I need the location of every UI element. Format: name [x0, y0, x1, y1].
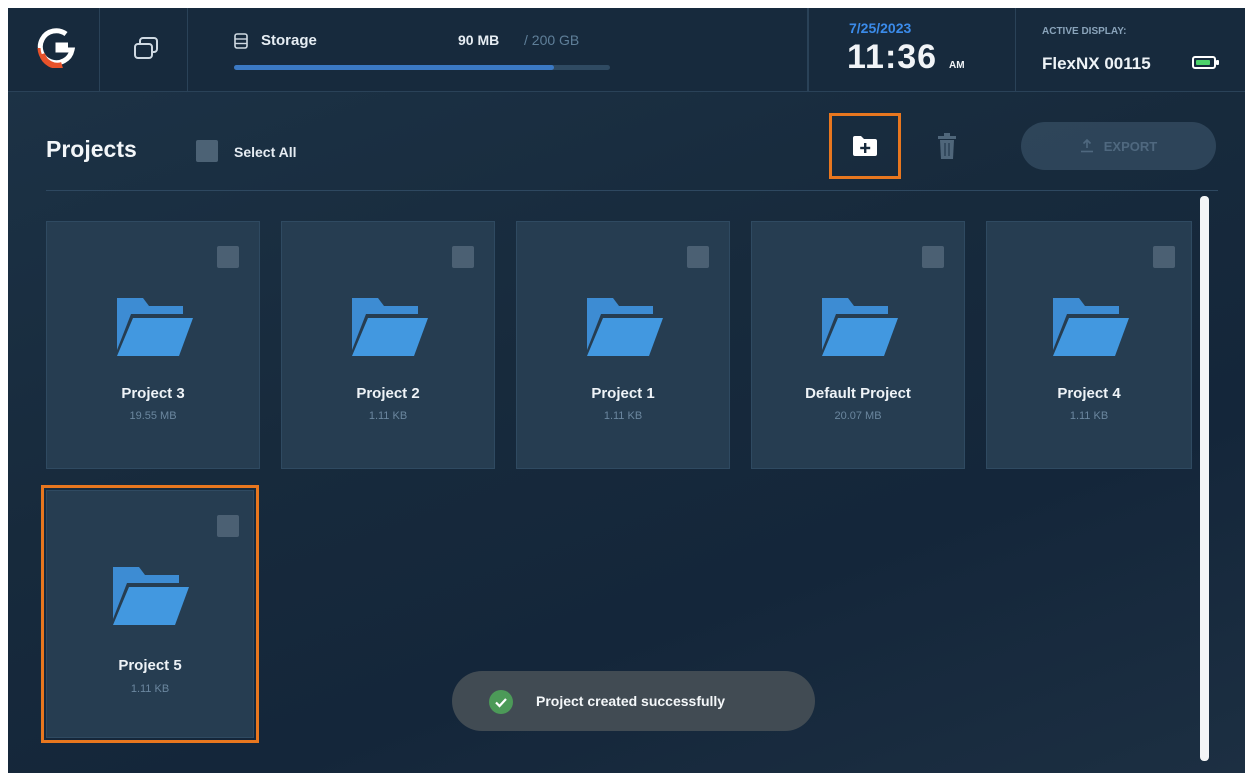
project-size: 20.07 MB [834, 410, 882, 422]
active-display-label: ACTIVE DISPLAY: [1042, 26, 1127, 37]
folder-icon [352, 298, 428, 356]
project-size: 19.55 MB [129, 410, 177, 422]
storage-total: / 200 GB [524, 32, 580, 48]
project-size: 1.11 KB [1069, 410, 1109, 422]
toast-message: Project created successfully [536, 693, 726, 709]
project-checkbox[interactable] [217, 515, 239, 537]
export-icon [1080, 139, 1093, 153]
project-checkbox[interactable] [217, 246, 239, 268]
project-size: 1.11 KB [603, 410, 643, 422]
app-screen: Storage 90 MB / 200 GB 7/25/2023 11:36 A… [8, 8, 1245, 773]
app-logo-icon [37, 28, 76, 68]
page-title: Projects [46, 136, 137, 162]
storage-panel: Storage 90 MB / 200 GB [188, 8, 808, 92]
database-icon [234, 33, 248, 49]
folder-icon [113, 567, 189, 625]
top-bar: Storage 90 MB / 200 GB 7/25/2023 11:36 A… [8, 8, 1245, 92]
clock-panel: 7/25/2023 11:36 AM [808, 8, 1016, 92]
battery-icon [1192, 56, 1219, 69]
storage-progress-fill [234, 65, 554, 70]
add-folder-icon[interactable] [851, 134, 879, 158]
folder-icon [1053, 298, 1129, 356]
project-checkbox[interactable] [452, 246, 474, 268]
project-name: Project 3 [121, 385, 185, 402]
logo-cell [8, 8, 100, 92]
toolbar-divider [46, 190, 1218, 191]
toast-notification: Project created successfully [452, 671, 815, 731]
active-display-panel[interactable]: ACTIVE DISPLAY: FlexNX 00115 [1016, 8, 1245, 92]
ampm-text: AM [949, 60, 965, 71]
time-text: 11:36 [847, 38, 938, 76]
export-label: EXPORT [1103, 138, 1158, 154]
project-checkbox[interactable] [687, 246, 709, 268]
project-name: Project 1 [591, 385, 655, 402]
select-all-checkbox[interactable] [196, 140, 218, 162]
project-size: 1.11 KB [130, 683, 170, 695]
select-all-label[interactable]: Select All [234, 144, 297, 160]
export-button[interactable]: EXPORT [1021, 122, 1216, 170]
project-card[interactable]: Default Project 20.07 MB [751, 221, 965, 469]
project-size: 1.11 KB [368, 410, 408, 422]
project-name: Project 5 [118, 657, 182, 674]
storage-used: 90 MB [458, 32, 500, 48]
project-name: Default Project [805, 385, 911, 402]
folder-icon [117, 298, 193, 356]
project-name: Project 2 [356, 385, 420, 402]
project-card[interactable]: Project 2 1.11 KB [281, 221, 495, 469]
project-card[interactable]: Project 5 1.11 KB [46, 490, 254, 738]
project-card[interactable]: Project 1 1.11 KB [516, 221, 730, 469]
storage-label: Storage [261, 32, 317, 49]
date-text: 7/25/2023 [849, 20, 912, 36]
project-card[interactable]: Project 3 19.55 MB [46, 221, 260, 469]
scrollbar[interactable] [1200, 196, 1209, 761]
active-display-name: FlexNX 00115 [1042, 54, 1151, 73]
folder-icon [822, 298, 898, 356]
copy-screen-icon[interactable] [132, 36, 160, 62]
delete-icon[interactable] [936, 132, 958, 160]
project-name: Project 4 [1057, 385, 1121, 402]
new-folder-highlight [829, 113, 901, 179]
project-checkbox[interactable] [922, 246, 944, 268]
folder-icon [587, 298, 663, 356]
project-card[interactable]: Project 4 1.11 KB [986, 221, 1192, 469]
success-check-icon [489, 690, 513, 714]
project-checkbox[interactable] [1153, 246, 1175, 268]
storage-progress-bar [234, 65, 610, 70]
copy-cell[interactable] [100, 8, 188, 92]
